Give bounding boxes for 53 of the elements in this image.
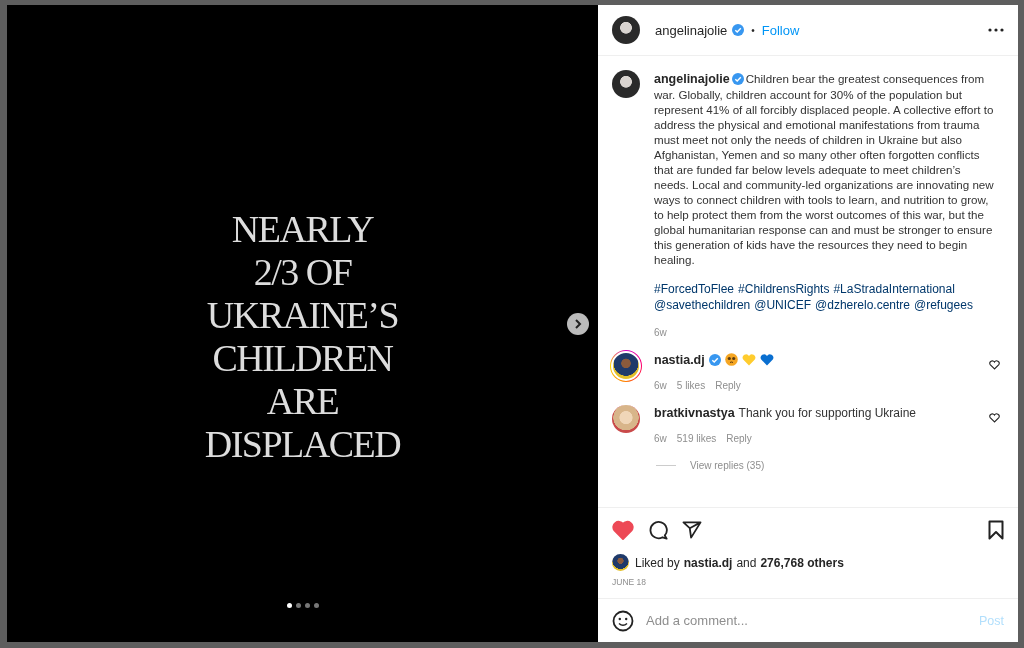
like-icon[interactable] xyxy=(989,360,1000,370)
view-replies-link[interactable]: View replies (35) xyxy=(690,460,765,471)
hashtag-link[interactable]: #ChildrensRights xyxy=(738,282,830,298)
heart-icon xyxy=(741,353,756,366)
emoji-icon[interactable] xyxy=(612,609,634,632)
hashtag-link[interactable]: @dzherelo.centre xyxy=(815,297,910,313)
send-icon[interactable] xyxy=(682,521,702,539)
username[interactable]: bratkivnastya xyxy=(654,405,735,420)
more-icon[interactable] xyxy=(988,28,1004,32)
avatar xyxy=(612,554,629,571)
separator: • xyxy=(751,24,755,36)
avatar[interactable] xyxy=(612,70,640,98)
like-icon[interactable] xyxy=(989,413,1000,423)
image-text: CHILDREN xyxy=(212,336,393,380)
and-label: and xyxy=(736,555,757,570)
hashtag-link[interactable]: #LaStradaInternational xyxy=(833,282,955,298)
reply-link[interactable]: Reply xyxy=(726,433,752,444)
liked-by-label: Liked by xyxy=(635,555,680,570)
comment-age: 6w xyxy=(654,380,667,391)
bookmark-icon[interactable] xyxy=(988,520,1004,540)
username[interactable]: nastia.dj xyxy=(654,352,705,367)
avatar[interactable] xyxy=(612,16,640,44)
image-text: 2/3 OF xyxy=(253,250,352,294)
image-text: DISPLACED xyxy=(204,422,401,466)
username[interactable]: nastia.dj xyxy=(683,555,733,570)
image-text: ARE xyxy=(266,379,339,423)
comment-text: Thank you for supporting Ukraine xyxy=(738,405,917,420)
comment-icon[interactable] xyxy=(648,520,668,540)
others-link[interactable]: 276,768 others xyxy=(760,555,844,570)
chevron-right-icon xyxy=(573,319,583,329)
post-date: JUNE 18 xyxy=(611,576,647,589)
slide-dot[interactable] xyxy=(304,603,310,608)
username[interactable]: angelinajolie xyxy=(654,72,730,86)
image-text: UKRAINE’S xyxy=(206,293,399,337)
likes-link[interactable]: 5 likes xyxy=(676,380,706,391)
hashtag-link[interactable]: @savethechildren xyxy=(654,297,751,313)
hashtag-link[interactable]: @refugees xyxy=(914,297,973,313)
image-text: NEARLY xyxy=(231,207,374,251)
likes-link[interactable]: 519 likes xyxy=(676,433,717,444)
slide-dot[interactable] xyxy=(295,603,301,608)
hashtag-link[interactable]: #ForcedToFlee xyxy=(654,282,735,298)
slide-dot[interactable] xyxy=(313,603,319,608)
comment-age: 6w xyxy=(654,433,667,444)
avatar[interactable] xyxy=(610,350,642,382)
reply-link[interactable]: Reply xyxy=(715,380,741,391)
pleading-face-icon xyxy=(724,353,738,366)
heart-icon xyxy=(759,353,774,366)
hashtag-link[interactable]: @UNICEF xyxy=(754,297,812,313)
caption: angelinajolie Children bear the greatest consequences from war. Globally, children account for 30% of the population but represent 41% of all forcibly displaced people. A collective effort to address the physical and emotional manifestations from trauma must meet not only the needs of children in Ukraine but also Afghanistan, Yemen and so many other often forgotten conflicts that are funded far below levels adequate to meet children’s needs. Local and community-led organizations are innovating new ways to connect children with tools to learn, and nutrition to grow, to help protect them from the worst outcomes of this war, but the global humanitarian response can and must be stronger to ensure this generation of kids have the resources they need to begin healing. xyxy=(654,71,995,267)
post-age: 6w xyxy=(654,327,668,338)
username[interactable]: angelinajolie xyxy=(655,22,728,38)
next-button[interactable] xyxy=(567,313,589,335)
slide-dot[interactable] xyxy=(286,603,292,608)
